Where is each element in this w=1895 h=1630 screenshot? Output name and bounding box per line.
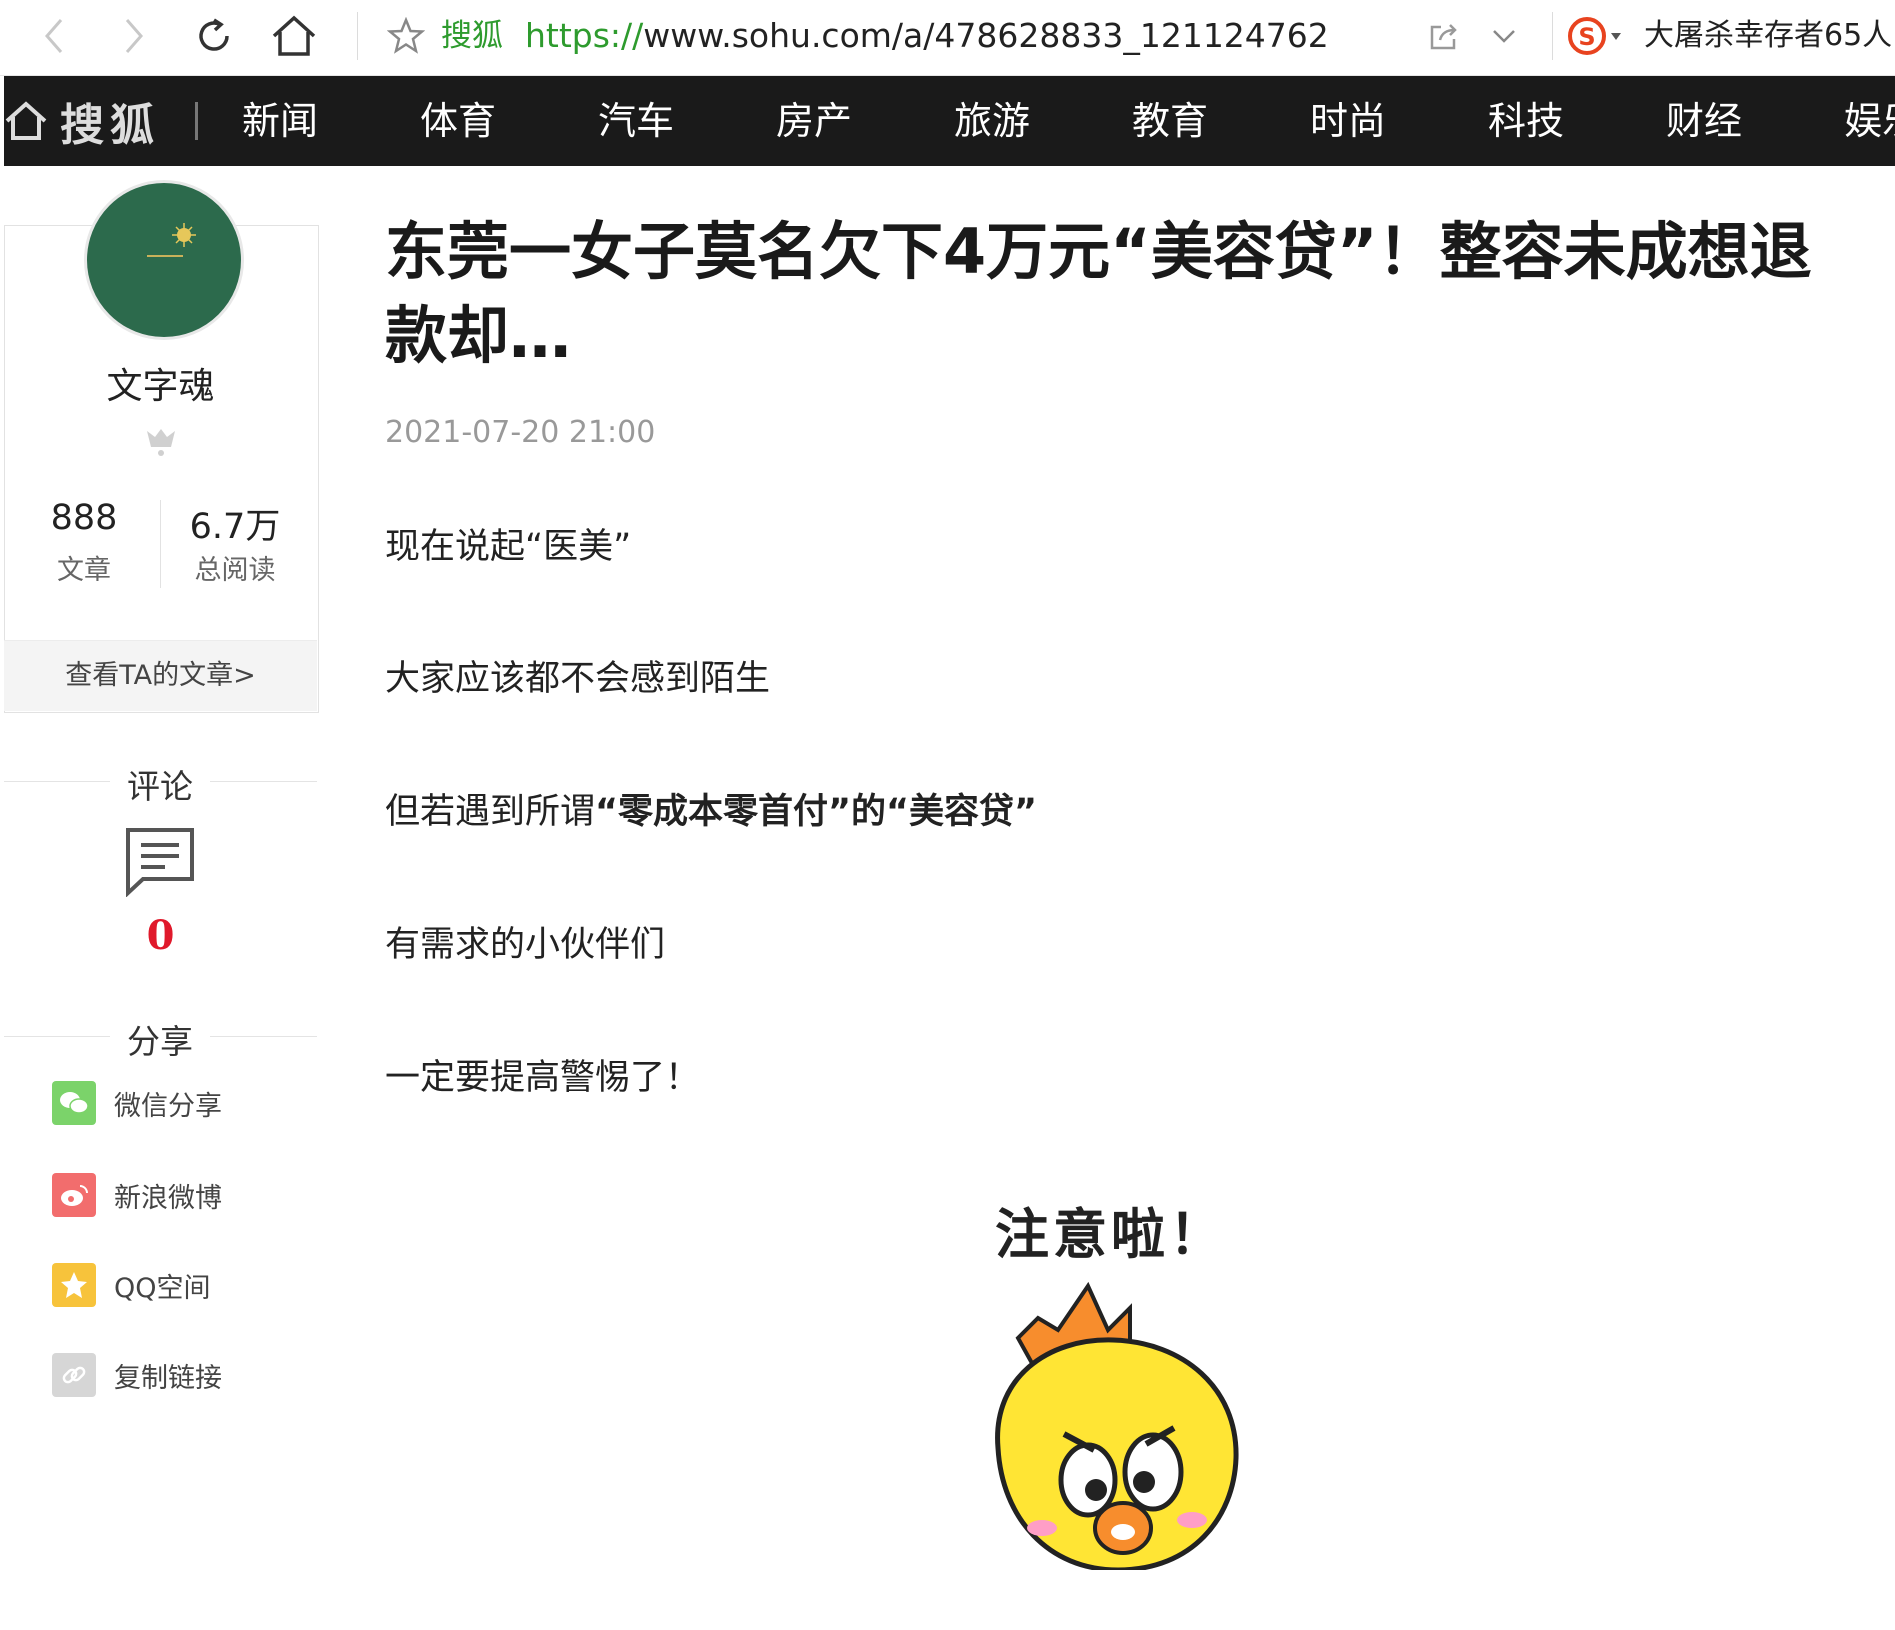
address-site-name[interactable]: 搜狐 — [441, 14, 503, 58]
avatar[interactable] — [84, 180, 244, 340]
article-paragraph: 大家应该都不会感到陌生 — [385, 659, 771, 699]
qzone-icon — [52, 1263, 96, 1307]
articles-count: 888 — [50, 498, 118, 538]
nav-item-sports[interactable]: 体育 — [420, 76, 496, 166]
comment-title: 评论 — [110, 760, 210, 808]
url-protocol: https:// — [525, 16, 644, 55]
url-text: www.sohu.com/a/478628833_121124762 — [643, 16, 1329, 55]
article-paragraph: 有需求的小伙伴们 — [385, 925, 666, 965]
nav-item-finance[interactable]: 财经 — [1666, 76, 1742, 166]
chick-sticker-image — [995, 1281, 1239, 1570]
share-icon — [1430, 24, 1457, 50]
nav-item-education[interactable]: 教育 — [1132, 76, 1208, 166]
nav-item-house[interactable]: 房产 — [776, 76, 852, 166]
share-qzone-label: QQ空间 — [114, 1272, 211, 1304]
author-name[interactable]: 文字魂 — [4, 357, 317, 409]
share-wechat[interactable]: 微信分享 — [52, 1080, 222, 1126]
logo-divider — [195, 102, 198, 140]
paragraph-bold-text: “零成本零首付”的“美容贷” — [595, 792, 1038, 832]
author-badge-icon — [147, 429, 175, 456]
reads-label: 总阅读 — [194, 555, 276, 586]
share-copy-link[interactable]: 复制链接 — [52, 1352, 222, 1398]
link-icon — [52, 1353, 96, 1397]
article-title: 东莞一女子莫名欠下4万元“美容贷”！整容未成想退款却… — [385, 215, 1812, 372]
search-engine-selector[interactable]: S — [1562, 10, 1632, 62]
reads-count: 6.7万 — [189, 507, 281, 547]
share-weibo[interactable]: 新浪微博 — [52, 1172, 222, 1218]
article-paragraph: 一定要提高警惕了！ — [385, 1058, 701, 1098]
home-icon — [5, 101, 47, 140]
articles-label: 文章 — [57, 555, 111, 586]
chevron-left-icon — [45, 19, 63, 53]
nav-item-travel[interactable]: 旅游 — [954, 76, 1030, 166]
logo-text: 搜狐 — [60, 100, 160, 151]
wechat-icon — [52, 1081, 96, 1125]
nav-item-auto[interactable]: 汽车 — [598, 76, 674, 166]
nav-item-entertainment[interactable]: 娱乐 — [1844, 76, 1895, 166]
home-icon — [272, 15, 316, 56]
avatar-logo-icon — [147, 223, 196, 257]
browser-toolbar: 搜狐 https://www.sohu.com/a/478628833_1211… — [0, 0, 1895, 76]
nav-item-tech[interactable]: 科技 — [1488, 76, 1564, 166]
search-box[interactable]: 大屠杀幸存者65人 — [1644, 14, 1892, 58]
share-title: 分享 — [110, 1015, 210, 1063]
share-page-button[interactable] — [1418, 10, 1470, 62]
address-bar[interactable]: https://www.sohu.com/a/478628833_1211247… — [525, 14, 1329, 58]
address-dropdown-button[interactable] — [1478, 10, 1530, 62]
home-button[interactable] — [268, 10, 320, 62]
bookmark-button[interactable] — [380, 10, 432, 62]
chevron-down-icon — [1493, 30, 1515, 43]
toolbar-divider — [1552, 12, 1553, 60]
svg-text:S: S — [1578, 23, 1595, 51]
comment-count[interactable]: 0 — [4, 912, 317, 959]
sticker-caption: 注意啦！ — [995, 1203, 1227, 1266]
article-paragraph: 现在说起“医美” — [385, 527, 632, 567]
nav-item-fashion[interactable]: 时尚 — [1310, 76, 1386, 166]
share-copy-link-label: 复制链接 — [114, 1362, 222, 1394]
toolbar-divider — [357, 12, 358, 60]
site-nav: 搜狐 新闻 体育 汽车 房产 旅游 教育 时尚 科技 财经 娱乐 — [4, 76, 1895, 166]
view-articles-link[interactable]: 查看TA的文章> — [4, 640, 317, 711]
share-qzone[interactable]: QQ空间 — [52, 1262, 211, 1308]
chevron-right-icon — [125, 19, 143, 53]
reload-icon — [199, 18, 229, 51]
back-button[interactable] — [28, 10, 80, 62]
sogou-icon: S — [1568, 17, 1621, 55]
article-date: 2021-07-20 21:00 — [385, 415, 656, 450]
comment-icon[interactable] — [125, 827, 195, 897]
sohu-logo[interactable]: 搜狐 — [4, 76, 160, 166]
reload-button[interactable] — [188, 10, 240, 62]
paragraph-text: 但若遇到所谓 — [385, 792, 596, 832]
share-weibo-label: 新浪微博 — [114, 1182, 222, 1214]
nav-item-news[interactable]: 新闻 — [242, 76, 318, 166]
star-icon — [387, 17, 425, 54]
forward-button[interactable] — [108, 10, 160, 62]
weibo-icon — [52, 1173, 96, 1217]
share-wechat-label: 微信分享 — [114, 1090, 222, 1122]
article-paragraph: 但若遇到所谓“零成本零首付”的“美容贷” — [385, 783, 1037, 834]
